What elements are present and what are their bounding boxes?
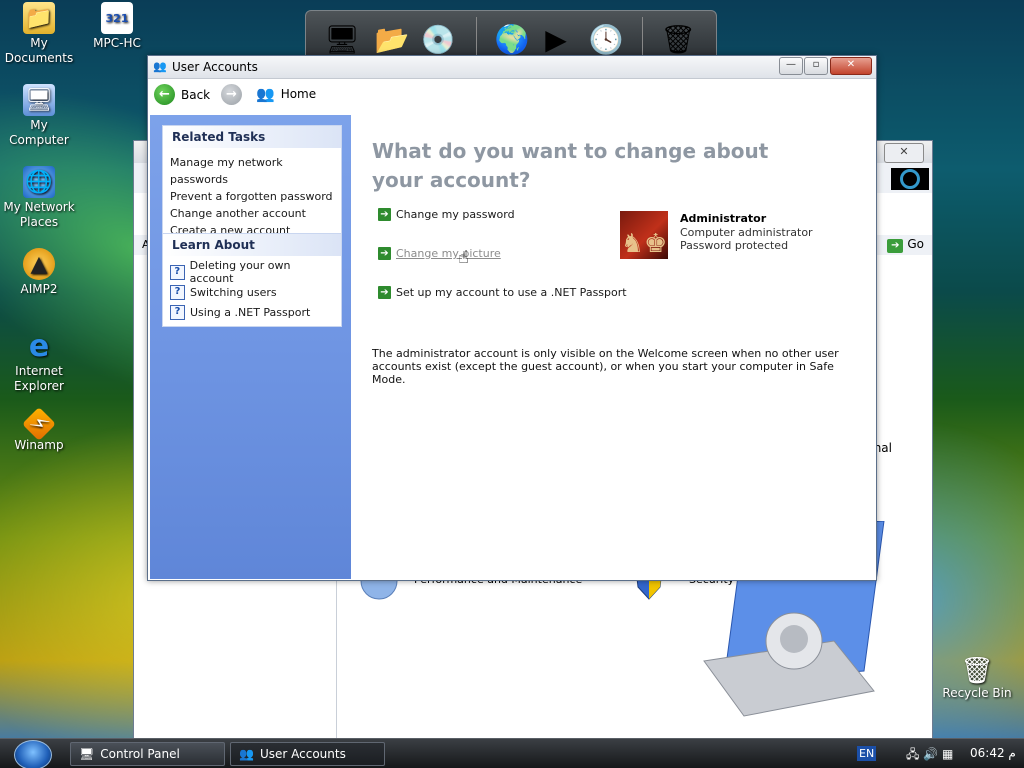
- desktop-icon-network[interactable]: 🌐 My Network Places: [1, 166, 77, 230]
- clock-icon[interactable]: 🕓: [586, 19, 626, 59]
- back-arrow-icon: ←: [154, 84, 175, 105]
- desktop-icon-label: My Computer: [9, 118, 69, 147]
- volume-tray-icon: 🔊: [923, 747, 939, 761]
- help-icon: ?: [170, 304, 185, 320]
- cd-icon[interactable]: 💿: [418, 19, 458, 59]
- taskbar-item-user-accounts[interactable]: 👥 User Accounts: [230, 742, 385, 766]
- option-net-passport[interactable]: ➔ Set up my account to use a .NET Passpo…: [378, 286, 627, 299]
- winamp-icon: ⚡: [22, 407, 56, 441]
- close-button[interactable]: ✕: [884, 143, 924, 163]
- windows-logo-icon: [891, 168, 929, 190]
- desktop-icon-my-documents[interactable]: 📁 My Documents: [1, 2, 77, 66]
- help-icon: ?: [170, 264, 185, 280]
- desktop-icon-recycle-bin[interactable]: 🗑 Recycle Bin: [942, 656, 1012, 700]
- arrow-icon: ➔: [378, 208, 391, 221]
- desktop-icon-label: My Documents: [4, 36, 74, 65]
- home-button[interactable]: 👥 Home: [256, 85, 316, 103]
- aimp-icon: ▲: [23, 248, 55, 280]
- trash-icon[interactable]: 🗑: [658, 19, 698, 59]
- desktop-icon-label: My Network Places: [3, 200, 75, 229]
- language-indicator[interactable]: EN: [857, 746, 877, 761]
- forward-arrow-icon: →: [221, 84, 242, 105]
- learn-about-panel: Learn About ? Deleting your own account ?…: [162, 233, 342, 327]
- titlebar[interactable]: 👥 User Accounts — ▫ ✕: [148, 56, 876, 79]
- learn-deleting-account[interactable]: ? Deleting your own account: [170, 259, 334, 285]
- network-icon: 🌐: [23, 166, 55, 198]
- go-button[interactable]: ➔ Go: [887, 237, 924, 253]
- desktop-icon-label: MPC-HC: [93, 36, 141, 50]
- calendar-tray-icon: ▦: [942, 747, 954, 761]
- arrow-icon: ➔: [378, 286, 391, 299]
- recycle-bin-icon: 🗑: [960, 656, 994, 686]
- learn-about-title: Learn About: [163, 234, 341, 256]
- network-tray-icon: 🖧: [906, 747, 920, 761]
- control-panel-icon: 🖥: [79, 747, 95, 761]
- globe-icon[interactable]: 🌍: [492, 19, 532, 59]
- desktop-icon-mpc-hc[interactable]: 321 MPC-HC: [79, 2, 155, 51]
- learn-net-passport[interactable]: ? Using a .NET Passport: [170, 302, 334, 322]
- ie-icon: e: [28, 328, 50, 364]
- hand-cursor-icon: ☝: [458, 247, 469, 268]
- sidebar: Related Tasks Manage my network password…: [150, 115, 351, 579]
- users-icon: 👥: [239, 747, 254, 761]
- window-title: User Accounts: [172, 60, 258, 74]
- desktop-icon-label: AIMP2: [20, 282, 58, 296]
- clock[interactable]: 06:42 م: [970, 746, 1016, 760]
- desktop-icon-label: Winamp: [14, 438, 64, 452]
- media-player-icon: 321: [101, 2, 133, 34]
- maximize-button[interactable]: ▫: [804, 57, 828, 75]
- media-player-icon[interactable]: ▶: [536, 19, 576, 59]
- account-name: Administrator: [680, 212, 767, 225]
- users-icon: 👥: [153, 60, 167, 73]
- task-prevent-forgotten-password[interactable]: Prevent a forgotten password: [170, 188, 334, 205]
- close-button[interactable]: ✕: [830, 57, 872, 75]
- task-manage-network-passwords[interactable]: Manage my network passwords: [170, 154, 334, 188]
- account-status: Password protected: [680, 239, 789, 252]
- taskbar-item-control-panel[interactable]: 🖥 Control Panel: [70, 742, 225, 766]
- taskbar: 🖥 Control Panel 👥 User Accounts EN 🖧 🔊 ▦ 0…: [0, 738, 1024, 768]
- start-button[interactable]: [14, 740, 52, 768]
- page-title: What do you want to change about your ac…: [372, 139, 769, 192]
- toolbar: ← Back → 👥 Home: [148, 79, 876, 113]
- desktop-icon-aimp2[interactable]: ▲ AIMP2: [1, 248, 77, 297]
- computer-icon: 🖥: [23, 84, 55, 116]
- learn-switching-users[interactable]: ? Switching users: [170, 282, 334, 302]
- folder-icon[interactable]: 📂: [372, 19, 412, 59]
- users-icon: 👥: [256, 85, 275, 103]
- desktop-icon-winamp[interactable]: ⚡ Winamp: [1, 407, 77, 453]
- related-tasks-title: Related Tasks: [163, 126, 341, 148]
- desktop-icon-my-computer[interactable]: 🖥 My Computer: [1, 84, 77, 148]
- task-change-another-account[interactable]: Change another account: [170, 205, 334, 222]
- arrow-icon: ➔: [378, 247, 391, 260]
- forward-button[interactable]: →: [221, 84, 242, 105]
- help-icon: ?: [170, 284, 185, 300]
- minimize-button[interactable]: —: [779, 57, 803, 75]
- desktop-icon-label: Internet Explorer: [14, 364, 64, 393]
- tray-icons[interactable]: 🖧 🔊 ▦: [906, 745, 953, 766]
- desktop-icon-internet-explorer[interactable]: e Internet Explorer: [1, 330, 77, 394]
- info-note: The administrator account is only visibl…: [372, 347, 839, 386]
- folder-documents-icon: 📁: [23, 2, 55, 34]
- user-accounts-window[interactable]: 👥 User Accounts — ▫ ✕ ← Back → 👥 Home Re…: [147, 55, 877, 581]
- option-change-picture[interactable]: ➔ Change my picture: [378, 247, 501, 260]
- computer-icon[interactable]: 🖥: [322, 19, 362, 59]
- account-picture: ♞♚: [620, 211, 668, 259]
- back-button[interactable]: ← Back: [154, 84, 210, 105]
- account-type: Computer administrator: [680, 226, 813, 239]
- go-arrow-icon: ➔: [887, 239, 904, 253]
- main-content: What do you want to change about your ac…: [352, 115, 876, 580]
- related-tasks-panel: Related Tasks Manage my network password…: [162, 125, 342, 244]
- option-change-password[interactable]: ➔ Change my password: [378, 208, 515, 221]
